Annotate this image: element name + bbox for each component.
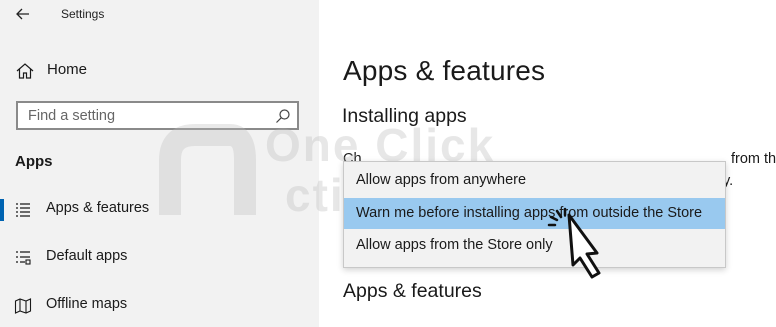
active-indicator [0,199,4,221]
apps-features-heading: Apps & features [343,280,482,302]
sidebar-item-label: Offline maps [46,296,128,312]
sidebar: Settings Home Find a setting Apps Apps &… [0,0,319,327]
install-source-dropdown[interactable]: Allow apps from anywhere Warn me before … [343,161,726,268]
section-heading: Apps [15,153,53,170]
back-button[interactable] [10,2,36,26]
dropdown-option-label: Allow apps from the Store only [356,237,553,253]
dropdown-option-label: Warn me before installing apps from outs… [356,205,703,221]
dropdown-option-selected[interactable]: Warn me before installing apps from outs… [344,198,725,229]
installing-apps-heading: Installing apps [342,105,467,127]
page-title: Apps & features [343,55,546,86]
sidebar-item-offline-maps[interactable]: Offline maps [0,291,319,321]
title-bar: Settings [0,0,319,30]
dropdown-option[interactable]: Allow apps from the Store only [344,230,725,261]
pointer-cursor-icon [547,207,601,279]
dropdown-option-label: Allow apps from anywhere [356,172,527,188]
description-end: from the [731,151,776,167]
sidebar-item-label: Apps & features [46,200,150,216]
sidebar-item-home[interactable]: Home [0,56,319,86]
sidebar-item-apps-features[interactable]: Apps & features [0,195,319,225]
sidebar-item-default-apps[interactable]: Default apps [0,243,319,273]
search-icon[interactable] [275,108,291,124]
search-placeholder: Find a setting [28,108,116,124]
offline-maps-icon [14,298,32,314]
dropdown-option[interactable]: Allow apps from anywhere [344,165,725,196]
home-icon [16,63,34,79]
sidebar-item-label: Default apps [46,248,128,264]
app-title: Settings [61,7,105,21]
back-arrow-icon [16,8,29,20]
apps-features-icon [16,203,30,217]
search-input[interactable]: Find a setting [16,101,299,130]
default-apps-icon [16,251,31,265]
sidebar-item-label: Home [47,61,88,78]
